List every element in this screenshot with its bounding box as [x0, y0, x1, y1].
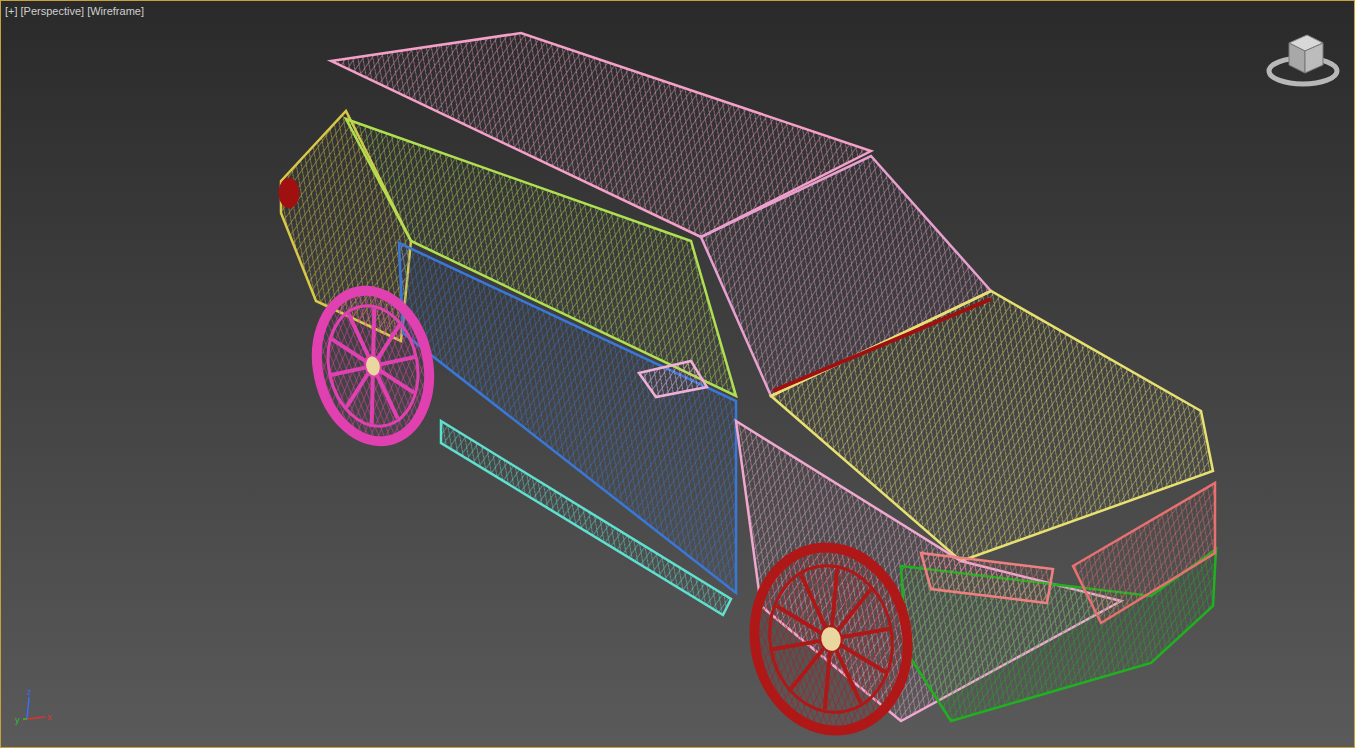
doors[interactable] — [399, 243, 736, 593]
perspective-viewport[interactable]: z x y [+][Perspective][Wireframe] — [0, 0, 1355, 748]
front-wheel[interactable] — [740, 535, 922, 743]
viewport-labels: [+][Perspective][Wireframe] — [5, 4, 144, 18]
axis-label: z — [27, 687, 32, 697]
axis-label: x — [47, 712, 52, 722]
car-wireframe[interactable]: z x y — [1, 1, 1355, 748]
viewport-label[interactable]: [Perspective] — [21, 4, 85, 18]
headlight[interactable] — [921, 553, 1053, 603]
sill[interactable] — [441, 421, 731, 615]
viewport-label[interactable]: [Wireframe] — [87, 4, 144, 18]
rear-wheel[interactable] — [303, 280, 442, 452]
axis-tripod-icon: z x y — [15, 687, 52, 725]
viewport-label[interactable]: [+] — [5, 4, 18, 18]
grille[interactable] — [1073, 483, 1215, 623]
viewcube-icon[interactable] — [1269, 35, 1337, 84]
wiper — [773, 299, 991, 391]
side-mirror[interactable] — [639, 361, 707, 397]
rear-light[interactable] — [279, 178, 299, 208]
axis-label: y — [15, 715, 20, 725]
